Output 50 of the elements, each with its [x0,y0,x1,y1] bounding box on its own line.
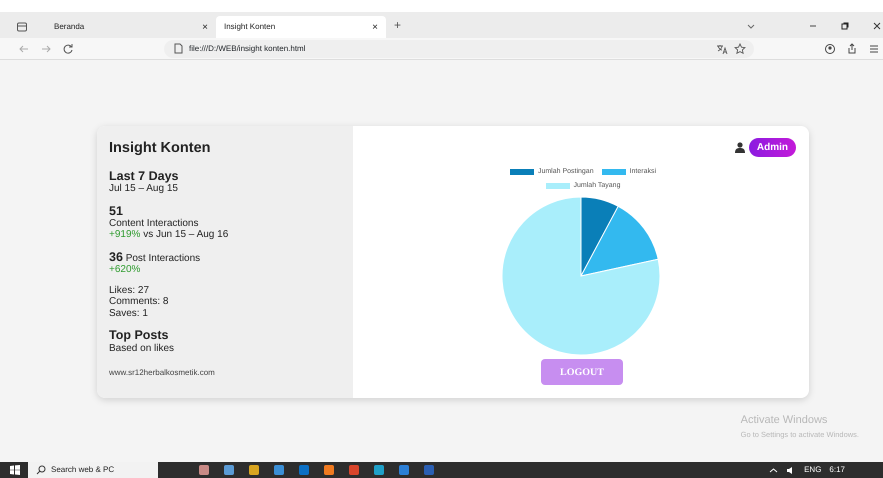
app-icon[interactable] [323,464,335,476]
menu-icon[interactable] [868,42,880,54]
section-subtitle: Based on likes [109,342,176,354]
clock-time[interactable]: 6:17 [829,464,845,476]
interaction-count: 51 [109,204,124,218]
app-icon[interactable] [198,464,210,476]
stat-line: Likes: 27 [109,284,150,296]
restore-icon[interactable] [839,20,851,32]
app-icon[interactable] [248,464,260,476]
tab-close-button[interactable]: × [372,20,378,34]
address-bar[interactable]: file:///D:/WEB/insight konten.html [164,40,754,58]
browser-tab[interactable]: Beranda × [46,16,216,38]
user-badge: Admin [748,138,796,157]
tab-close-button[interactable]: × [202,20,208,34]
new-tab-button[interactable]: + [394,16,402,34]
search-icon [36,465,46,475]
user-icon [734,142,745,153]
change-percentage: +919% [109,229,140,240]
section-title: Top Posts [109,328,170,343]
app-icon[interactable] [298,464,310,476]
star-icon[interactable] [734,42,746,54]
app-icon[interactable] [223,464,235,476]
app-icon[interactable] [373,464,385,476]
reload-icon[interactable] [62,42,74,54]
page-title: Insight Konten [109,140,212,157]
period-title: Last 7 Days [109,168,180,184]
stat-line: Comments: 8 [109,296,170,308]
page-icon [174,43,183,54]
app-icon[interactable] [348,464,360,476]
interaction-count: 36 [109,250,123,264]
date-range: Jul 15 – Aug 15 [109,183,179,195]
start-icon[interactable] [10,465,20,475]
language-indicator[interactable]: ENG [804,464,822,476]
app-icon[interactable] [273,464,285,476]
metric-label: Post Interactions [126,252,200,264]
metric-label: Content Interactions [109,218,200,230]
stat-line: Saves: 1 [109,308,149,320]
taskbar-search[interactable]: Search web & PC [28,462,158,478]
tab-actions-icon[interactable] [16,21,28,33]
browser-tab[interactable]: Insight Konten × [216,16,386,38]
comparison-range: vs Jun 15 – Aug 16 [143,229,228,240]
profile-icon[interactable] [824,42,836,54]
share-icon[interactable] [846,42,858,54]
app-icon[interactable] [398,464,410,476]
website-url: www.sr12herbalkosmetik.com [109,368,216,378]
activation-title: Activate Windows [740,413,828,428]
chevron-up-icon[interactable] [769,466,778,474]
close-icon[interactable] [871,20,883,32]
translate-icon[interactable] [716,42,728,54]
change-percentage: +620% [109,264,142,276]
